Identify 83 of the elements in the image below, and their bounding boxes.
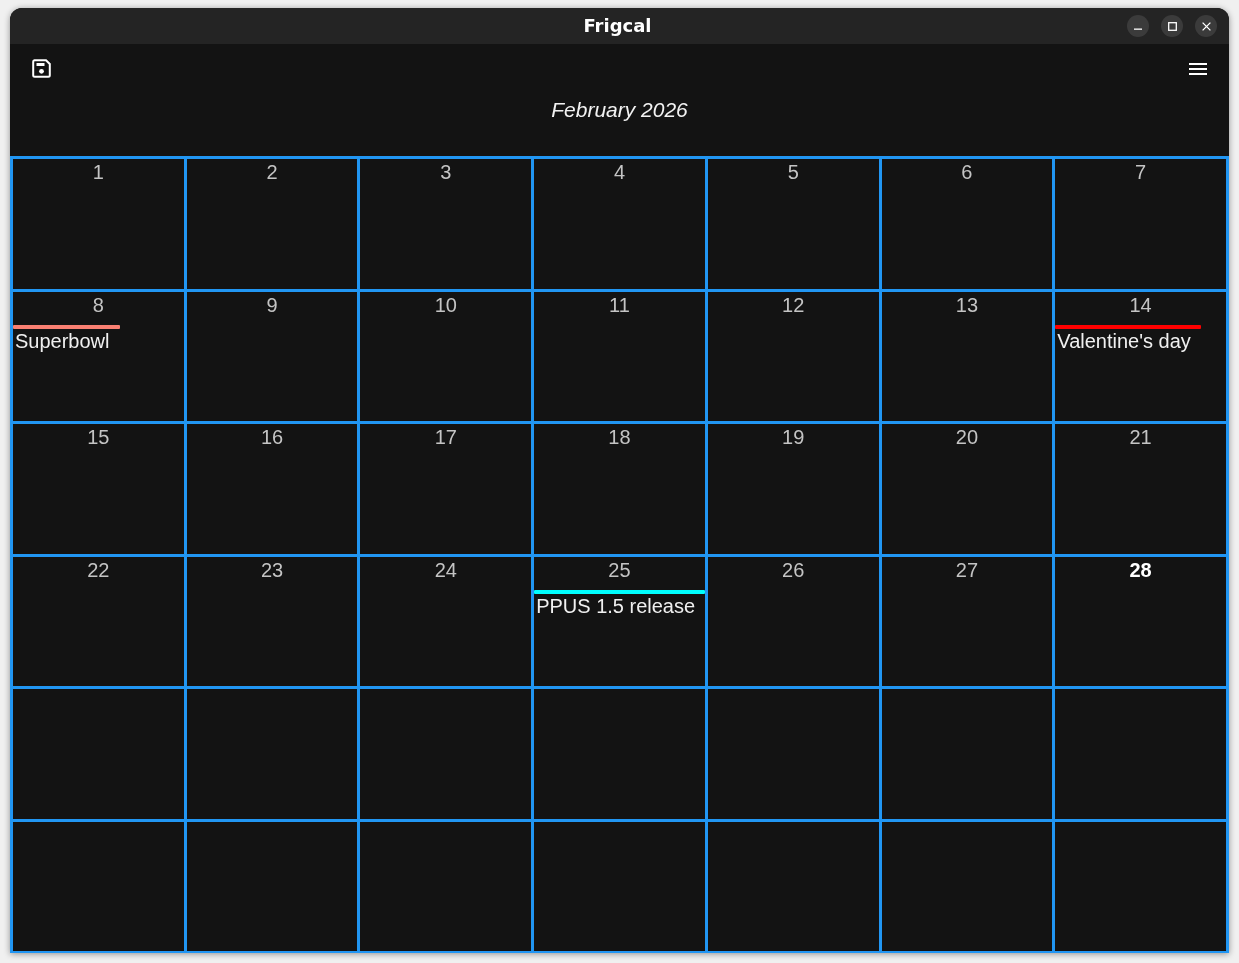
calendar-cell[interactable]: 12: [707, 291, 879, 421]
calendar-cell[interactable]: [881, 821, 1053, 951]
day-number: 8: [92, 293, 104, 316]
day-number: 1: [92, 161, 104, 183]
calendar-cell[interactable]: 27: [881, 556, 1053, 686]
save-button[interactable]: [32, 59, 51, 78]
maximize-icon: [1167, 21, 1177, 31]
calendar-cell[interactable]: [360, 821, 532, 951]
calendar-cell[interactable]: [360, 689, 532, 819]
day-number: 15: [87, 426, 110, 448]
calendar-cell[interactable]: 8 Superbowl: [13, 291, 184, 421]
calendar-cell[interactable]: 3: [360, 159, 532, 289]
maximize-button[interactable]: [1161, 15, 1183, 37]
day-number: 3: [440, 161, 452, 183]
calendar-cell[interactable]: 6: [881, 159, 1053, 289]
day-number: 21: [1129, 426, 1152, 448]
day-number: 27: [955, 558, 979, 581]
day-number: 18: [608, 426, 631, 448]
day-number: 20: [955, 426, 979, 448]
minimize-button[interactable]: [1127, 15, 1149, 37]
calendar-cell[interactable]: [13, 821, 184, 951]
calendar-cell[interactable]: [707, 689, 879, 819]
day-number: 19: [782, 426, 805, 448]
calendar-cell[interactable]: 1: [13, 159, 184, 289]
day-number: 22: [87, 558, 110, 581]
calendar-cell[interactable]: 26: [707, 556, 879, 686]
calendar-cell[interactable]: 13: [881, 291, 1053, 421]
calendar-cell[interactable]: [707, 821, 879, 951]
calendar-cell[interactable]: 17: [360, 424, 532, 554]
calendar-cell[interactable]: 16: [186, 424, 358, 554]
close-button[interactable]: [1195, 15, 1217, 37]
day-number: 12: [782, 293, 805, 316]
day-number: 14: [1129, 293, 1152, 316]
calendar-cell[interactable]: 9: [186, 291, 358, 421]
day-number: 6: [961, 161, 973, 183]
day-number: 4: [613, 161, 626, 183]
day-number: 24: [434, 558, 457, 581]
calendar-cell[interactable]: 11: [534, 291, 705, 421]
calendar-cell[interactable]: 22: [13, 556, 184, 686]
calendar-cell[interactable]: [186, 821, 358, 951]
calendar-cell[interactable]: 21: [1055, 424, 1226, 554]
calendar-cell[interactable]: 25 PPUS 1.5 release: [534, 556, 705, 686]
day-number: 13: [955, 293, 979, 316]
calendar-cell[interactable]: [1055, 689, 1226, 819]
calendar-cell[interactable]: 15: [13, 424, 184, 554]
day-number: 2: [266, 161, 278, 183]
calendar-cell[interactable]: 19: [707, 424, 879, 554]
calendar-cell[interactable]: 2: [186, 159, 358, 289]
event-title[interactable]: Valentine's day: [1055, 328, 1191, 353]
day-number: 10: [434, 293, 457, 316]
month-title: February 2026: [551, 97, 688, 123]
day-number: 25: [608, 558, 631, 581]
day-number: 9: [266, 293, 278, 316]
calendar-cell[interactable]: 24: [360, 556, 532, 686]
calendar-cell[interactable]: [881, 689, 1053, 819]
calendar-cell[interactable]: 14 Valentine's day: [1055, 291, 1226, 421]
day-number: 23: [260, 558, 284, 581]
day-number: 17: [434, 426, 457, 448]
day-number: 7: [1135, 161, 1147, 183]
calendar-cell[interactable]: 10: [360, 291, 532, 421]
day-number: 28: [1129, 558, 1152, 581]
menu-button[interactable]: [1189, 61, 1207, 76]
calendar-cell[interactable]: [1055, 821, 1226, 951]
close-icon: [1201, 21, 1211, 31]
calendar-cell[interactable]: [534, 689, 705, 819]
calendar-cell[interactable]: 4: [534, 159, 705, 289]
calendar-cell[interactable]: [186, 689, 358, 819]
day-number: 26: [782, 558, 805, 581]
calendar-cell[interactable]: 18: [534, 424, 705, 554]
day-number: 5: [787, 161, 799, 183]
calendar-cell[interactable]: 28: [1055, 556, 1226, 686]
calendar-cell[interactable]: [13, 689, 184, 819]
calendar-cell[interactable]: 7: [1055, 159, 1226, 289]
window-title: Frigcal: [583, 14, 652, 38]
calendar-cell[interactable]: 5: [707, 159, 879, 289]
calendar-cell[interactable]: 23: [186, 556, 358, 686]
day-number: 11: [609, 293, 630, 316]
event-title[interactable]: Superbowl: [13, 328, 110, 353]
event-title[interactable]: PPUS 1.5 release: [534, 593, 695, 618]
calendar-cell[interactable]: [534, 821, 705, 951]
day-number: 16: [260, 426, 284, 448]
menu-icon: [1189, 61, 1207, 76]
calendar-cell[interactable]: 20: [881, 424, 1053, 554]
